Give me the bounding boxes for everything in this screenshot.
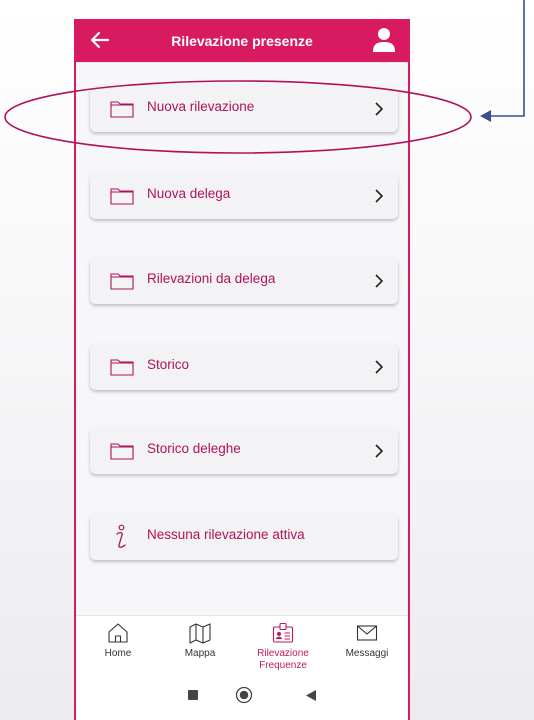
system-navigation-bar	[76, 675, 408, 720]
menu-item-label: Nuova delega	[147, 186, 231, 201]
nav-label: Mappa	[184, 648, 216, 659]
folder-icon	[110, 273, 134, 290]
nav-label: Home	[104, 648, 132, 659]
chevron-right-icon	[375, 189, 384, 203]
user-icon[interactable]	[372, 27, 396, 53]
nav-mappa[interactable]: Mappa	[160, 622, 240, 660]
folder-icon	[110, 443, 134, 460]
info-icon	[116, 524, 126, 548]
chevron-right-icon	[375, 274, 384, 288]
menu-list: Nuova rilevazione Nuova delega Rilevazio…	[76, 62, 408, 615]
annotation-arrow	[480, 0, 525, 122]
status-label: Nessuna rilevazione attiva	[147, 527, 305, 542]
menu-item-storico-deleghe[interactable]: Storico deleghe	[90, 427, 398, 474]
home-icon	[108, 623, 128, 643]
folder-icon	[110, 188, 134, 205]
chevron-right-icon	[375, 102, 384, 116]
home-button-icon[interactable]	[235, 686, 253, 704]
menu-item-label: Storico deleghe	[147, 441, 241, 456]
nav-label: Rilevazione Frequenze	[257, 648, 309, 671]
badge-icon	[272, 622, 294, 643]
app-bar: Rilevazione presenze	[76, 19, 408, 62]
nav-label: Messaggi	[345, 648, 389, 659]
screen: Rilevazione presenze Nuova rilevazione N…	[0, 0, 534, 720]
page-title: Rilevazione presenze	[171, 32, 313, 49]
nav-rilevazione-frequenze[interactable]: Rilevazione Frequenze	[243, 622, 323, 672]
menu-item-nuova-rilevazione[interactable]: Nuova rilevazione	[90, 85, 398, 132]
menu-item-label: Rilevazioni da delega	[147, 271, 276, 286]
nav-home[interactable]: Home	[78, 622, 158, 660]
recents-icon[interactable]	[187, 689, 199, 701]
folder-icon	[110, 101, 134, 118]
mail-icon	[356, 625, 378, 641]
arrow-left-icon[interactable]	[88, 28, 112, 52]
chevron-right-icon	[375, 360, 384, 374]
map-icon	[189, 623, 211, 644]
menu-item-label: Nuova rilevazione	[147, 99, 255, 114]
status-card: Nessuna rilevazione attiva	[90, 513, 398, 560]
nav-messaggi[interactable]: Messaggi	[327, 622, 407, 660]
chevron-right-icon	[375, 444, 384, 458]
folder-icon	[110, 359, 134, 376]
back-button-icon[interactable]	[305, 689, 317, 702]
bottom-navigation: Home Mappa Rilevazione Frequenze Messagg…	[76, 615, 408, 675]
menu-item-nuova-delega[interactable]: Nuova delega	[90, 172, 398, 219]
menu-item-label: Storico	[147, 357, 190, 372]
phone-frame: Rilevazione presenze Nuova rilevazione N…	[74, 19, 410, 720]
menu-item-rilevazioni-da-delega[interactable]: Rilevazioni da delega	[90, 257, 398, 304]
menu-item-storico[interactable]: Storico	[90, 343, 398, 390]
